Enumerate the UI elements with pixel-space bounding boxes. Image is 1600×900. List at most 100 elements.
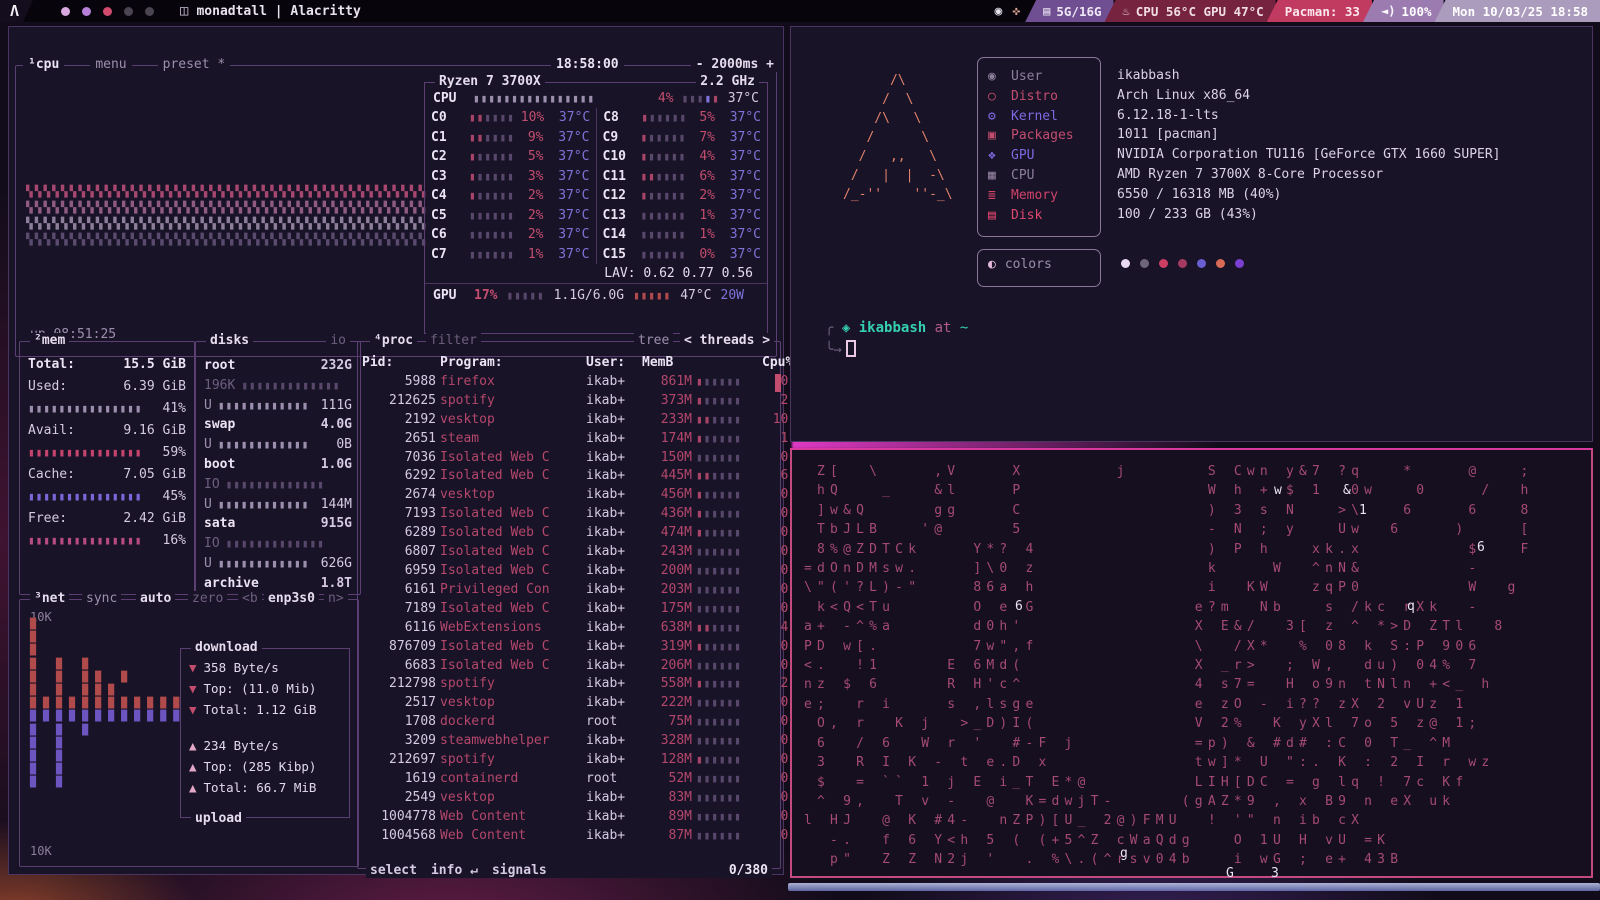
net-iface-prev[interactable]: <b xyxy=(238,591,262,606)
process-row[interactable]: 2192vesktopikab+233M▮▮▮▮▮▮10.0 xyxy=(362,411,776,430)
cpu-graph-line: ▚▚▚▚▚▚▚▚▚▚▚▚▚▚▚▚▚▚▚▚▚▚▚▚▚▚▚▚▚▚▚▚▚▚▚▚▚▚▚▚… xyxy=(26,184,438,200)
workspace-dot-1[interactable] xyxy=(61,7,70,16)
process-row[interactable]: 1004568Web Contentikab+87M▮▮▮▮▮▮0.0 xyxy=(362,827,776,846)
process-row[interactable]: 6161Privileged Conikab+203M▮▮▮▮▮▮0.0 xyxy=(362,581,776,600)
usage-meter: ▮▮▮▮▮▮ xyxy=(696,486,758,505)
gpu-label: GPU xyxy=(433,288,465,303)
segment-memory[interactable]: ▤5G/16G xyxy=(1025,0,1113,22)
proc-col-header[interactable]: MemB xyxy=(642,354,692,373)
process-table: Pid:Program:User:MemBCpu%5988firefoxikab… xyxy=(362,354,776,846)
memory-rows: Used:6.39 GiB▮▮▮▮▮▮▮▮▮▮▮▮▮▮▮41%Avail:9.1… xyxy=(20,376,194,552)
process-row[interactable]: 6116WebExtensionsikab+638M▮▮▮▮▮▮4.0 xyxy=(362,619,776,638)
steam-tray-icon[interactable]: ◉ xyxy=(994,4,1002,19)
segment-pacman[interactable]: Pacman: 33 xyxy=(1267,0,1372,22)
terminal-fetch-window[interactable]: /\ / \ /\ \ / \ / ,, \ / | | -\ /_-'' ''… xyxy=(790,26,1593,442)
proc-filter[interactable]: filter xyxy=(426,333,481,348)
process-row[interactable]: 6292Isolated Web Cikab+445M▮▮▮▮▮▮6.5 xyxy=(362,467,776,486)
process-row[interactable]: 7193Isolated Web Cikab+436M▮▮▮▮▮▮0.5 xyxy=(362,505,776,524)
workspace-dot-4[interactable] xyxy=(124,7,133,16)
disk-row: U▮▮▮▮▮▮▮▮▮▮▮▮111G xyxy=(196,396,360,416)
process-row[interactable]: 6807Isolated Web Cikab+243M▮▮▮▮▮▮0.0 xyxy=(362,543,776,562)
proc-col-header[interactable]: Pid: xyxy=(362,354,436,373)
process-row[interactable]: 1004778Web Contentikab+89M▮▮▮▮▮▮0.0 xyxy=(362,808,776,827)
process-row[interactable]: 2651steamikab+174M▮▮▮▮▮▮1.0 xyxy=(362,430,776,449)
process-row[interactable]: 2549vesktopikab+83M▮▮▮▮▮▮0.0 xyxy=(362,789,776,808)
input-tray-icon[interactable]: ✜ xyxy=(1012,4,1020,19)
fetch-label-memory: ≣Memory xyxy=(988,186,1090,206)
cpu-graph-line: ▚▚▚▚▚▚▚▚▚▚▚▚▚▚▚▚▚▚▚▚▚▚▚▚▚▚▚▚▚▚▚▚▚▚▚▚▚▚▚▚… xyxy=(26,200,438,216)
gpu-watt: 20W xyxy=(721,288,744,303)
proc-threads-toggle[interactable]: < threads > xyxy=(680,333,774,348)
workspace-dot-5[interactable] xyxy=(145,7,154,16)
disk-icon: ▤ xyxy=(988,206,1002,226)
proc-col-header[interactable]: User: xyxy=(586,354,638,373)
process-row[interactable]: 6289Isolated Web Cikab+474M▮▮▮▮▮▮0.5 xyxy=(362,524,776,543)
process-row[interactable]: 6959Isolated Web Cikab+200M▮▮▮▮▮▮0.0 xyxy=(362,562,776,581)
matrix-rain: Z[ \ ,V X j S Cwn y&7 ?q * @ ; hQ _ &l P… xyxy=(804,462,1534,870)
workspace-dot-3[interactable] xyxy=(103,7,112,16)
memory-panel: ²mem Total:15.5 GiB Used:6.39 GiB▮▮▮▮▮▮▮… xyxy=(19,341,195,595)
usage-meter: ▮▮▮▮▮▮ xyxy=(696,619,758,638)
statusbar-segments: ▤5G/16G♨CPU 56°C GPU 47°CPacman: 33◄)100… xyxy=(1034,0,1600,22)
matrix-row: ]w&Q gg C ) 3 s N >\ 6 6 8 xyxy=(804,501,1534,520)
matrix-highlight-char: 1 xyxy=(1359,503,1367,518)
disks-rows: root232G196K▮▮▮▮▮▮▮▮▮▮▮▮▮U▮▮▮▮▮▮▮▮▮▮▮▮11… xyxy=(196,342,360,594)
arch-ascii-logo: /\ / \ /\ \ / \ / ,, \ / | | -\ /_-'' ''… xyxy=(843,71,953,204)
proc-col-header[interactable]: Program: xyxy=(440,354,582,373)
preset-button[interactable]: preset * xyxy=(158,57,231,72)
process-row[interactable]: 3209steamwebhelperikab+328M▮▮▮▮▮▮0.0 xyxy=(362,732,776,751)
volume-icon: ◄) xyxy=(1381,4,1395,18)
fetch-label-gpu: ❖GPU xyxy=(988,146,1090,166)
terminal-btm-window[interactable]: ¹cpu menu preset * 18:58:00 - 2000ms + ▚… xyxy=(8,26,784,875)
process-row[interactable]: 7189Isolated Web Cikab+175M▮▮▮▮▮▮0.0 xyxy=(362,600,776,619)
shell-prompt[interactable]: ╭ ◈ ikabbash at ~ ╰→ xyxy=(825,317,968,361)
proc-tree-toggle[interactable]: tree xyxy=(634,333,673,348)
net-tab-auto[interactable]: auto xyxy=(136,591,175,606)
process-row[interactable]: 212697spotifyikab+128M▮▮▮▮▮▮0.5 xyxy=(362,751,776,770)
process-row[interactable]: 1708dockerdroot75M▮▮▮▮▮▮0.0 xyxy=(362,713,776,732)
usage-meter: ▮▮▮▮▮▮ xyxy=(696,657,758,676)
fetch-label-cpu: ▦CPU xyxy=(988,166,1090,186)
proc-info-button[interactable]: info ↵ xyxy=(431,863,478,878)
process-row[interactable]: 876709Isolated Web Cikab+319M▮▮▮▮▮▮0.5 xyxy=(362,638,776,657)
prompt-line-2: ╰→ xyxy=(825,339,968,361)
net-tab-zero[interactable]: zero xyxy=(188,591,227,606)
process-row[interactable]: 2517vesktopikab+222M▮▮▮▮▮▮0.0 xyxy=(362,694,776,713)
process-row[interactable]: 1619containerdroot52M▮▮▮▮▮▮0.0 xyxy=(362,770,776,789)
net-stats-box: download ▼358 Byte/s▼Top: (11.0 Mib)▼Tot… xyxy=(180,648,350,818)
menu-button[interactable]: menu xyxy=(90,57,131,72)
proc-select-button[interactable]: select xyxy=(370,863,417,878)
text-cursor[interactable] xyxy=(846,340,856,357)
matrix-row: TbJLB '@ 5 - N ; y Uw 6 ) [ xyxy=(804,520,1534,539)
layout-icon[interactable]: ◫ xyxy=(180,3,188,19)
terminal-matrix-window[interactable]: Z[ \ ,V X j S Cwn y&7 ?q * @ ; hQ _ &l P… xyxy=(790,448,1593,878)
fetch-value-gpu: NVIDIA Corporation TU116 [GeForce GTX 16… xyxy=(1117,145,1501,165)
net-stats-rows: ▼358 Byte/s▼Top: (11.0 Mib)▼Total: 1.12 … xyxy=(189,657,341,798)
segment-volume[interactable]: ◄)100% xyxy=(1363,0,1444,22)
proc-tab[interactable]: ⁴proc xyxy=(370,333,417,348)
process-row[interactable]: 2674vesktopikab+456M▮▮▮▮▮▮0.5 xyxy=(362,486,776,505)
process-panel: ⁴proc filter tree < threads > Pid:Progra… xyxy=(357,341,781,869)
process-row[interactable]: 6683Isolated Web Cikab+206M▮▮▮▮▮▮0.0 xyxy=(362,657,776,676)
proc-signals-button[interactable]: signals xyxy=(492,863,547,878)
segment-temps[interactable]: ♨CPU 56°C GPU 47°C xyxy=(1105,0,1276,22)
proc-selection-count: 0/380 xyxy=(729,863,768,878)
matrix-row: \"('?L)-" 86a h i KW zqP0 W g xyxy=(804,578,1534,597)
prompt-user: ikabbash xyxy=(859,320,926,336)
net-tab-sync[interactable]: sync xyxy=(82,591,121,606)
process-table-header: Pid:Program:User:MemBCpu% xyxy=(362,354,776,373)
workspace-dot-2[interactable] xyxy=(82,7,91,16)
cpu-core-c1: C1▮▮▮▮▮▮9%37°C xyxy=(425,128,596,148)
colors-label: colors xyxy=(1005,257,1052,279)
net-iface-next[interactable]: n> xyxy=(324,591,348,606)
proc-footer: select info ↵ signals 0/380 xyxy=(366,863,772,878)
process-row[interactable]: 7036Isolated Web Cikab+150M▮▮▮▮▮▮0.0 xyxy=(362,449,776,468)
launcher-segment[interactable]: Λ xyxy=(0,0,33,22)
refresh-rate-control[interactable]: - 2000ms + xyxy=(691,57,779,72)
process-row[interactable]: 212625spotifyikab+373M▮▮▮▮▮▮2.5 xyxy=(362,392,776,411)
tab-cpu[interactable]: ¹cpu xyxy=(23,57,64,72)
process-row[interactable]: 5988firefoxikab+861M▮▮▮▮▮▮0.5 xyxy=(362,373,776,392)
segment-clock[interactable]: Mon 10/03/25 18:58 xyxy=(1435,0,1600,22)
color-dot xyxy=(1216,259,1225,268)
process-row[interactable]: 212798spotifyikab+558M▮▮▮▮▮▮2.0 xyxy=(362,675,776,694)
